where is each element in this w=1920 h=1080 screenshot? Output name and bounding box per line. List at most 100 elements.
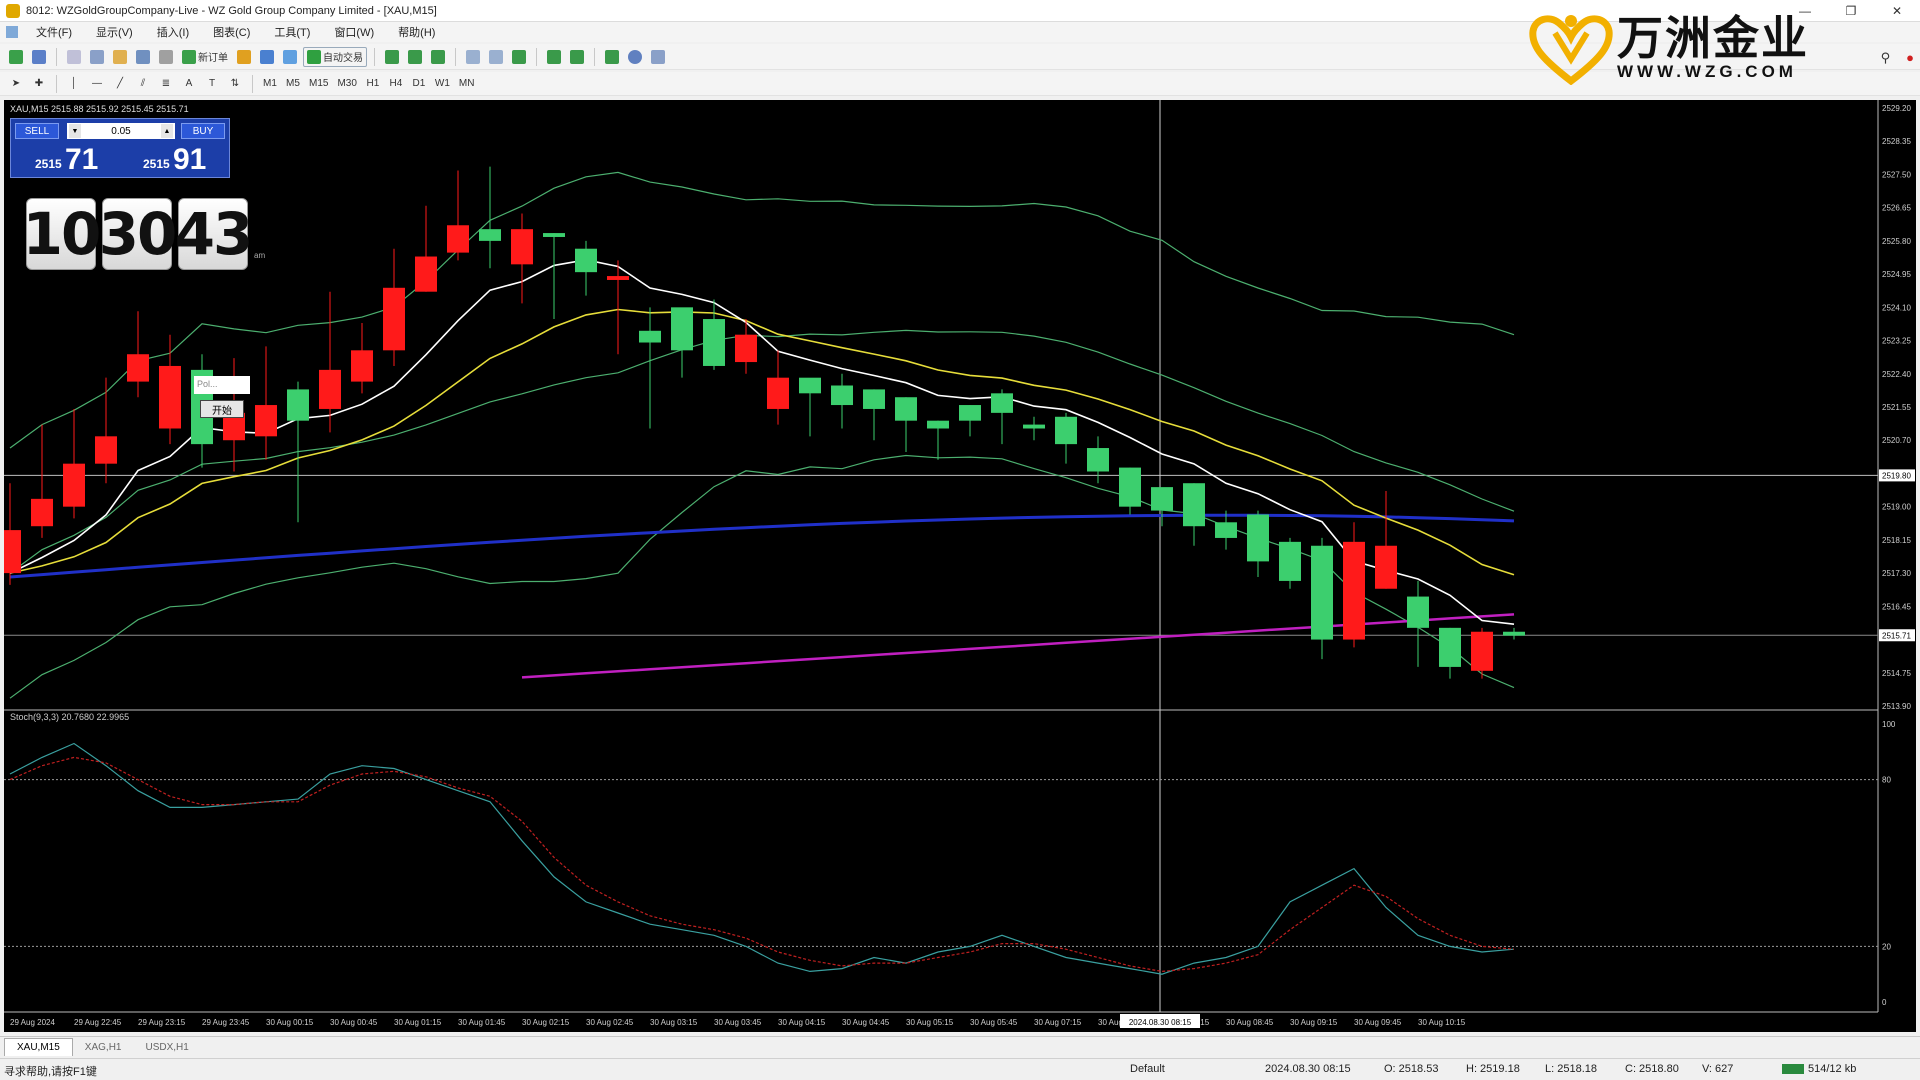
timeframe-m30[interactable]: M30 xyxy=(334,74,359,94)
price-axis-label: 2516.45 xyxy=(1882,602,1911,611)
periods-button[interactable] xyxy=(625,47,645,67)
candle-bull xyxy=(639,330,661,343)
bar-chart-button[interactable] xyxy=(382,47,402,67)
chart-tabs: XAU,M15 XAG,H1 USDX,H1 xyxy=(0,1036,1920,1056)
candle-bull xyxy=(1439,627,1461,667)
menu-file[interactable]: 文件(F) xyxy=(24,24,84,40)
logo-text: 万洲金业 WWW.WZG.COM xyxy=(1617,14,1809,82)
candle-bull xyxy=(1151,487,1173,511)
candle-bull xyxy=(1215,522,1237,538)
time-axis-label: 29 Aug 23:45 xyxy=(202,1018,250,1027)
lot-size-input[interactable]: ▼ 0.05 ▲ xyxy=(67,123,175,139)
buy-button[interactable]: BUY xyxy=(181,123,225,139)
data-window-button[interactable] xyxy=(87,47,107,67)
auto-trading-label: 自动交易 xyxy=(323,53,363,64)
tab-xag-h1[interactable]: XAG,H1 xyxy=(73,1038,134,1056)
chart-shift-button[interactable] xyxy=(567,47,587,67)
text-label-button[interactable]: T xyxy=(202,74,222,94)
status-datetime: 2024.08.30 08:15 xyxy=(1265,1063,1351,1075)
clock-hours: 10 xyxy=(22,198,101,270)
tab-xau-m15[interactable]: XAU,M15 xyxy=(4,1038,73,1056)
new-chart-button[interactable] xyxy=(6,47,26,67)
candle-bear xyxy=(607,276,629,280)
vertical-line-button[interactable]: │ xyxy=(64,74,84,94)
zoom-in-button[interactable] xyxy=(463,47,483,67)
auto-scroll-button[interactable] xyxy=(544,47,564,67)
text-button[interactable]: A xyxy=(179,74,199,94)
equidistant-channel-button[interactable]: ⫽ xyxy=(133,74,153,94)
timeframe-mn[interactable]: MN xyxy=(456,74,478,94)
market-watch-button[interactable] xyxy=(64,47,84,67)
tile-windows-button[interactable] xyxy=(509,47,529,67)
timeframe-h4[interactable]: H4 xyxy=(386,74,406,94)
lot-increase-icon[interactable]: ▲ xyxy=(161,124,173,138)
indicators-button[interactable] xyxy=(602,47,622,67)
new-order-button[interactable]: 新订单 xyxy=(179,47,231,67)
metaeditor-button[interactable] xyxy=(234,47,254,67)
time-axis-label: 30 Aug 02:15 xyxy=(522,1018,570,1027)
crosshair-button[interactable]: ✚ xyxy=(29,74,49,94)
price-level-tag-text: 2519.80 xyxy=(1882,471,1911,480)
timeframe-d1[interactable]: D1 xyxy=(409,74,429,94)
price-axis-label: 2521.55 xyxy=(1882,403,1911,412)
fibonacci-icon: ≣ xyxy=(161,78,171,89)
menu-insert[interactable]: 插入(I) xyxy=(145,24,201,40)
arrows-button[interactable]: ⇅ xyxy=(225,74,245,94)
timeframe-m5[interactable]: M5 xyxy=(283,74,303,94)
search-icon[interactable]: ⚲ xyxy=(1881,50,1891,66)
cursor-button[interactable]: ➤ xyxy=(6,74,26,94)
document-icon[interactable] xyxy=(6,26,18,38)
timeframe-m15[interactable]: M15 xyxy=(306,74,331,94)
menu-tools[interactable]: 工具(T) xyxy=(262,24,322,40)
stoch-axis-label: 100 xyxy=(1882,720,1896,729)
candle-bull xyxy=(1407,596,1429,628)
buy-price[interactable]: 2515 91 xyxy=(123,143,229,176)
app-window: 8012: WZGoldGroupCompany-Live - WZ Gold … xyxy=(0,0,1920,1080)
candle-bear xyxy=(383,287,405,351)
fibonacci-button[interactable]: ≣ xyxy=(156,74,176,94)
market-watch-icon xyxy=(67,49,81,64)
candle-bear xyxy=(63,463,85,507)
close-button[interactable]: ✕ xyxy=(1874,0,1920,22)
restore-button[interactable]: ❐ xyxy=(1828,0,1874,22)
menu-help[interactable]: 帮助(H) xyxy=(386,24,447,40)
timeframe-h1[interactable]: H1 xyxy=(363,74,383,94)
templates-button[interactable] xyxy=(648,47,668,67)
market-button[interactable] xyxy=(280,47,300,67)
candle-bull xyxy=(1279,541,1301,581)
price-chart[interactable]: 2529.20 2528.35 2527.50 2526.65 2525.80 2524.… xyxy=(4,100,1916,1032)
market-icon xyxy=(283,49,297,64)
sell-price[interactable]: 2515 71 xyxy=(15,143,121,176)
toolbar-separator xyxy=(56,74,57,93)
window-title: 8012: WZGoldGroupCompany-Live - WZ Gold … xyxy=(26,4,437,17)
alert-icon[interactable]: ● xyxy=(1906,50,1914,66)
line-chart-button[interactable] xyxy=(428,47,448,67)
start-button[interactable]: 开始 xyxy=(200,400,244,418)
timeframe-w1[interactable]: W1 xyxy=(432,74,453,94)
ea-input[interactable]: Pol... xyxy=(194,376,250,394)
zoom-out-button[interactable] xyxy=(486,47,506,67)
profiles-button[interactable] xyxy=(29,47,49,67)
navigator-button[interactable] xyxy=(110,47,130,67)
menu-window[interactable]: 窗口(W) xyxy=(322,24,386,40)
terminal-button[interactable] xyxy=(133,47,153,67)
strategy-tester-button[interactable] xyxy=(156,47,176,67)
auto-trading-button[interactable]: 自动交易 xyxy=(303,46,367,67)
chart-window[interactable]: 2529.20 2528.35 2527.50 2526.65 2525.80 2524.… xyxy=(4,100,1916,1032)
tab-usdx-h1[interactable]: USDX,H1 xyxy=(133,1038,200,1056)
menu-view[interactable]: 显示(V) xyxy=(84,24,145,40)
lot-decrease-icon[interactable]: ▼ xyxy=(69,124,81,138)
signals-button[interactable] xyxy=(257,47,277,67)
horizontal-line-button[interactable]: — xyxy=(87,74,107,94)
status-high: H: 2519.18 xyxy=(1466,1063,1520,1075)
candle-bull xyxy=(1087,448,1109,472)
sell-button[interactable]: SELL xyxy=(15,123,59,139)
candle-bull xyxy=(895,397,917,421)
candle-bull xyxy=(479,229,501,241)
menu-charts[interactable]: 图表(C) xyxy=(201,24,262,40)
sell-price-prefix: 2515 xyxy=(35,157,62,171)
timeframe-m1[interactable]: M1 xyxy=(260,74,280,94)
trendline-button[interactable]: ╱ xyxy=(110,74,130,94)
candlestick-button[interactable] xyxy=(405,47,425,67)
logo-en-text: WWW.WZG.COM xyxy=(1617,62,1797,81)
